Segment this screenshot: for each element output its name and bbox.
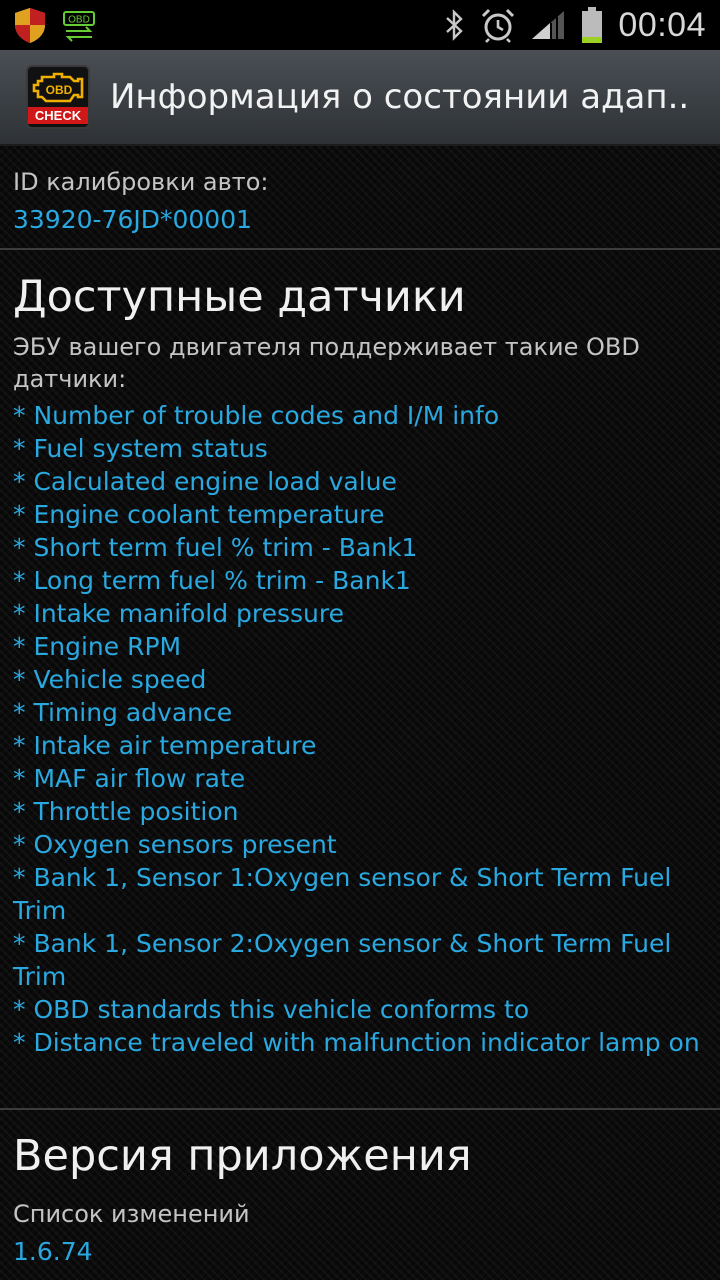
sensor-list-item: * Calculated engine load value: [13, 467, 397, 496]
sensor-list-item: * Short term fuel % trim - Bank1: [13, 533, 418, 562]
obd-transfer-icon: OBD: [62, 8, 96, 42]
sensor-list-item: * Long term fuel % trim - Bank1: [13, 566, 411, 595]
sensor-list-item: * OBD standards this vehicle conforms to: [13, 995, 530, 1024]
sensor-list-item: * MAF air flow rate: [13, 764, 246, 793]
sensors-heading: Доступные датчики: [13, 272, 466, 322]
app-icon-label: CHECK: [28, 106, 88, 124]
calibration-label: ID калибровки авто:: [13, 168, 269, 196]
sensor-list-item: * Throttle position: [13, 797, 239, 826]
sensor-list-item: * Bank 1, Sensor 1:Oxygen sensor & Short…: [13, 863, 672, 925]
engine-check-icon: OBD: [32, 72, 84, 102]
svg-text:OBD: OBD: [68, 15, 90, 26]
sensor-list: * Number of trouble codes and I/M info * …: [13, 399, 703, 1059]
status-time: 00:04: [618, 5, 706, 44]
app-icon[interactable]: OBD CHECK: [26, 65, 90, 129]
screen: OBD 00:04 OBD CHECK Информация о состоян…: [0, 0, 720, 1280]
sensor-list-item: * Engine RPM: [13, 632, 182, 661]
sensor-list-item: * Timing advance: [13, 698, 233, 727]
app-version-section: Версия приложения Список изменений 1.6.7…: [13, 1130, 703, 1268]
bluetooth-icon: [444, 9, 466, 41]
svg-text:OBD: OBD: [46, 83, 73, 97]
sensor-list-item: * Intake air temperature: [13, 731, 317, 760]
version-value[interactable]: 1.6.74: [13, 1235, 703, 1268]
sensors-intro: ЭБУ вашего двигателя поддерживает такие …: [13, 333, 640, 393]
content-scroll[interactable]: ID калибровки авто: 33920-76JD*00001 Дос…: [0, 146, 720, 1280]
sensor-list-item: * Oxygen sensors present: [13, 830, 337, 859]
calibration-value[interactable]: 33920-76JD*00001: [13, 203, 703, 236]
sensor-list-item: * Bank 1, Sensor 2:Oxygen sensor & Short…: [13, 929, 672, 991]
app-version-heading: Версия приложения: [13, 1131, 472, 1181]
changelog-label[interactable]: Список изменений: [13, 1198, 703, 1230]
calibration-section: ID калибровки авто: 33920-76JD*00001: [13, 166, 703, 236]
divider: [0, 1108, 720, 1110]
sensor-list-item: * Number of trouble codes and I/M info: [13, 401, 500, 430]
shield-icon: [12, 6, 48, 44]
alarm-icon: [480, 7, 516, 43]
sensor-list-item: * Distance traveled with malfunction ind…: [13, 1028, 700, 1057]
signal-icon: [530, 9, 566, 41]
sensor-list-item: * Fuel system status: [13, 434, 268, 463]
sensor-list-item: * Vehicle speed: [13, 665, 207, 694]
sensor-list-item: * Intake manifold pressure: [13, 599, 345, 628]
battery-icon: [580, 6, 604, 44]
sensor-list-item: * Engine coolant temperature: [13, 500, 385, 529]
status-bar: OBD 00:04: [0, 0, 720, 50]
divider: [0, 248, 720, 250]
sensors-section: Доступные датчики ЭБУ вашего двигателя п…: [13, 271, 703, 1059]
page-title: Информация о состоянии адап..: [110, 77, 690, 117]
action-bar: OBD CHECK Информация о состоянии адап..: [0, 50, 720, 146]
